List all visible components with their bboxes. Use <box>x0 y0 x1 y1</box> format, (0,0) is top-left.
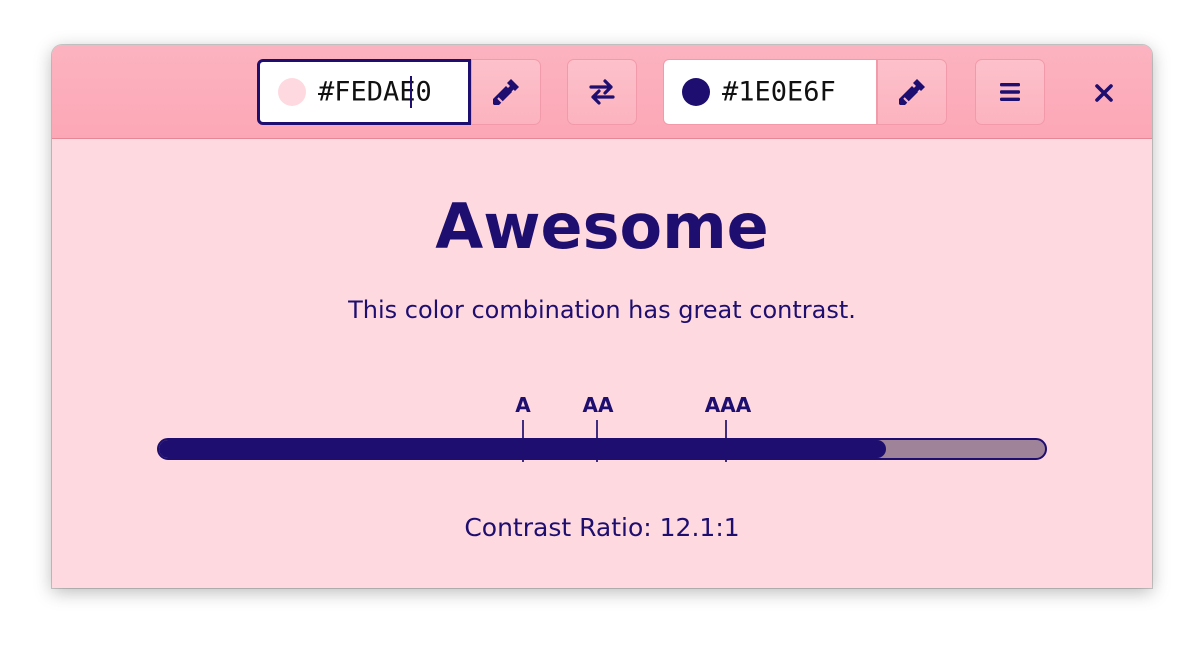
main-menu-button[interactable] <box>975 59 1045 125</box>
close-button[interactable] <box>1082 71 1126 115</box>
background-picker-button[interactable] <box>877 59 947 125</box>
level-label-aaa: AAA <box>704 393 752 417</box>
header-bar: #FEDAE0 #1E0E6F <box>52 45 1152 139</box>
eyedropper-icon <box>493 79 519 105</box>
background-color-entry[interactable]: #1E0E6F <box>663 59 877 125</box>
app-window: #FEDAE0 #1E0E6F Awesome This color combi… <box>52 45 1152 588</box>
result-description: This color combination has great contras… <box>348 296 856 324</box>
background-swatch[interactable] <box>682 78 710 106</box>
swap-colors-button[interactable] <box>567 59 637 125</box>
hamburger-menu-icon <box>1000 83 1020 101</box>
level-tick-aaa <box>725 420 727 462</box>
level-label-aa: AA <box>582 393 614 417</box>
level-tick-aa <box>596 420 598 462</box>
swap-arrows-icon <box>589 79 615 105</box>
level-label-a: A <box>515 393 531 417</box>
foreground-swatch[interactable] <box>278 78 306 106</box>
close-icon <box>1095 84 1113 102</box>
level-tick-a <box>522 420 524 462</box>
foreground-hex-text: #FEDAE0 <box>318 76 432 108</box>
foreground-picker-button[interactable] <box>471 59 541 125</box>
result-title: Awesome <box>435 190 769 263</box>
contrast-level-bar <box>157 438 1047 460</box>
eyedropper-icon <box>899 79 925 105</box>
contrast-ratio-text: Contrast Ratio: 12.1:1 <box>464 513 740 542</box>
background-hex-text: #1E0E6F <box>722 76 836 108</box>
text-caret <box>410 76 412 108</box>
foreground-color-entry[interactable]: #FEDAE0 <box>257 59 471 125</box>
